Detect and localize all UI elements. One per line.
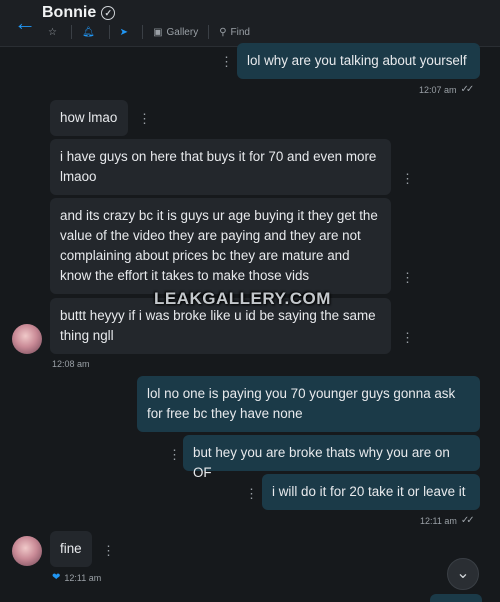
find-label: Find bbox=[230, 26, 250, 38]
timestamp-text: 12:11 am bbox=[64, 572, 102, 583]
bell-icon: 🔔︎ bbox=[81, 26, 95, 38]
timestamp-text: 12:07 am bbox=[419, 84, 457, 95]
message-bubble-incoming[interactable]: how lmao bbox=[50, 100, 128, 136]
heart-icon[interactable]: ❤ bbox=[52, 572, 60, 583]
chevron-down-icon: ⌄ bbox=[456, 565, 470, 582]
chat-header: ← Bonnie ✓ ☆ 🔔︎ ➤ ▣ Gallery ⚲ Find bbox=[0, 0, 500, 47]
message-text: lol why are you talking about yourself bbox=[247, 53, 467, 68]
message-bubble-outgoing[interactable]: but hey you are broke thats why you are … bbox=[183, 435, 480, 480]
timestamp-text: 12:08 am bbox=[52, 359, 90, 369]
contact-avatar[interactable] bbox=[12, 536, 42, 566]
pin-button[interactable]: ➤ bbox=[110, 25, 142, 39]
notifications-button[interactable]: 🔔︎ bbox=[72, 25, 109, 39]
chat-title[interactable]: Bonnie ✓ bbox=[42, 4, 116, 22]
message-bubble-outgoing[interactable]: lol why are you talking about yourself bbox=[237, 43, 480, 79]
message-text: i have guys on here that buys it for 70 … bbox=[60, 149, 377, 184]
verified-icon: ✓ bbox=[101, 6, 116, 20]
contact-avatar[interactable] bbox=[12, 324, 42, 354]
back-arrow-icon[interactable]: ← bbox=[12, 10, 38, 36]
contact-name: Bonnie bbox=[42, 4, 97, 21]
message-timestamp: 12:08 am bbox=[52, 359, 90, 369]
message-options-icon[interactable]: ⋮ bbox=[138, 112, 151, 125]
message-options-icon[interactable]: ⋮ bbox=[401, 172, 414, 185]
image-icon: ▣ bbox=[153, 26, 163, 38]
message-text: i will do it for 20 take it or leave it bbox=[272, 484, 466, 499]
message-bubble-incoming[interactable]: and its crazy bc it is guys ur age buyin… bbox=[50, 198, 391, 294]
message-options-icon[interactable]: ⋮ bbox=[220, 55, 233, 68]
message-text: how lmao bbox=[60, 110, 118, 125]
gallery-button[interactable]: ▣ Gallery bbox=[143, 25, 208, 39]
read-checks-icon: ✓✓ bbox=[460, 84, 475, 95]
message-options-icon[interactable]: ⋮ bbox=[401, 331, 414, 344]
message-text: buttt heyyy if i was broke like u id be … bbox=[60, 308, 376, 343]
message-bubble-incoming[interactable]: fine bbox=[50, 531, 92, 567]
message-bubble-incoming[interactable]: i have guys on here that buys it for 70 … bbox=[50, 139, 391, 195]
scroll-to-bottom-button[interactable]: ⌄ bbox=[447, 558, 479, 590]
message-options-icon[interactable]: ⋮ bbox=[102, 544, 115, 557]
message-options-icon[interactable]: ⋮ bbox=[401, 271, 414, 284]
timestamp-text: 12:11 am bbox=[420, 515, 457, 526]
search-icon: ⚲ bbox=[219, 26, 227, 38]
favorite-button[interactable]: ☆ bbox=[38, 25, 71, 39]
message-bubble-outgoing[interactable]: lol no one is paying you 70 younger guys… bbox=[137, 376, 480, 432]
watermark-text: LEAKGALLERY.COM bbox=[154, 289, 331, 308]
gallery-label: Gallery bbox=[166, 26, 199, 38]
star-icon: ☆ bbox=[48, 26, 57, 38]
message-text: and its crazy bc it is guys ur age buyin… bbox=[60, 208, 378, 283]
message-timestamp: 12:11 am ✓✓ bbox=[420, 515, 475, 526]
message-text: lol no one is paying you 70 younger guys… bbox=[147, 386, 456, 421]
find-button[interactable]: ⚲ Find bbox=[209, 25, 260, 39]
message-options-icon[interactable]: ⋮ bbox=[168, 448, 181, 461]
message-bubble-outgoing[interactable] bbox=[430, 594, 482, 602]
pin-icon: ➤ bbox=[119, 26, 129, 38]
chat-toolbar: ☆ 🔔︎ ➤ ▣ Gallery ⚲ Find bbox=[38, 25, 260, 39]
message-text: fine bbox=[60, 541, 82, 556]
message-options-icon[interactable]: ⋮ bbox=[245, 487, 258, 500]
message-bubble-outgoing[interactable]: i will do it for 20 take it or leave it bbox=[262, 474, 480, 510]
read-checks-icon: ✓✓ bbox=[460, 515, 475, 526]
message-timestamp: ❤ 12:11 am bbox=[52, 572, 101, 583]
message-timestamp: 12:07 am ✓✓ bbox=[419, 84, 475, 95]
